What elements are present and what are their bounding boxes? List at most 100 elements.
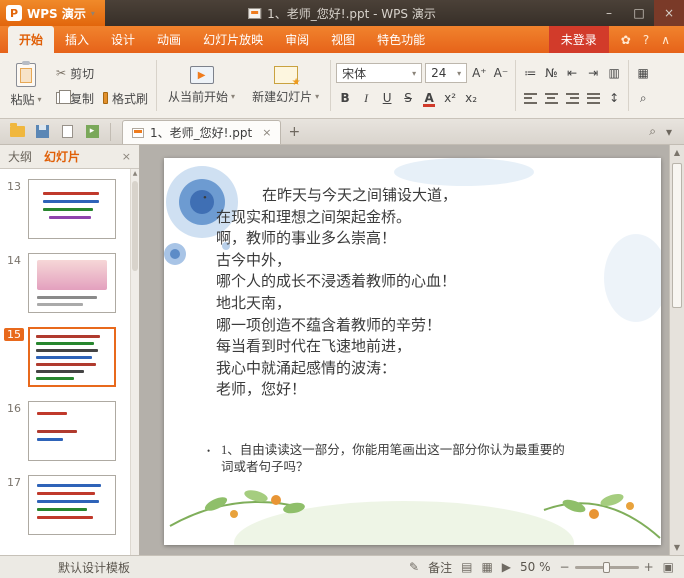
- zoom-out-icon[interactable]: −: [560, 560, 570, 574]
- copy-icon: [56, 90, 71, 104]
- subscript-button[interactable]: x₂: [462, 88, 480, 108]
- justify-button[interactable]: [584, 88, 602, 108]
- increase-indent-button[interactable]: ⇥: [584, 63, 602, 83]
- align-center-button[interactable]: [542, 88, 560, 108]
- strikethrough-button[interactable]: S: [399, 88, 417, 108]
- tab-slides[interactable]: 幻灯片: [44, 148, 80, 165]
- tab-special-features[interactable]: 特色功能: [366, 26, 436, 53]
- slide-thumbnail-15-selected[interactable]: 15: [0, 327, 139, 387]
- paste-button[interactable]: 粘贴 ▾: [4, 57, 48, 114]
- skin-icon[interactable]: ✿: [621, 33, 631, 47]
- question-line: 词或者句子吗？: [221, 460, 309, 474]
- poem-line: 老师，您好！: [216, 382, 307, 399]
- tab-insert[interactable]: 插入: [54, 26, 100, 53]
- ribbon-separator: [628, 60, 630, 111]
- new-document-tab-button[interactable]: +: [284, 122, 304, 142]
- slide-body-text[interactable]: • 在昨天与今天之间铺设大道， 在现实和理想之间架起金桥。 啊，教师的事业多么崇…: [203, 186, 637, 402]
- line-spacing-button[interactable]: ↕: [605, 88, 623, 108]
- font-color-button[interactable]: A: [420, 88, 438, 108]
- scrollbar-thumb[interactable]: [132, 181, 138, 271]
- tab-list-menu-icon[interactable]: ▾: [666, 125, 672, 139]
- save-icon: [35, 124, 49, 138]
- columns-button[interactable]: ▥: [605, 63, 623, 83]
- document-tab-bar: ▸ 1、老师_您好!.ppt × + ⌕ ▾: [0, 119, 684, 145]
- document-tab[interactable]: 1、老师_您好!.ppt ×: [122, 120, 282, 144]
- scroll-up-icon[interactable]: ▲: [670, 148, 684, 157]
- normal-view-icon[interactable]: ▤: [461, 560, 472, 574]
- slideshow-icon[interactable]: ▶: [502, 560, 511, 574]
- slide-thumbnail-17[interactable]: 17: [0, 475, 139, 535]
- notes-label[interactable]: 备注: [428, 559, 452, 576]
- numbered-list-button[interactable]: №: [542, 63, 560, 83]
- decrease-font-button[interactable]: A⁻: [492, 63, 511, 83]
- italic-button[interactable]: I: [357, 88, 375, 108]
- find-button[interactable]: ⌕: [634, 88, 652, 108]
- maximize-button[interactable]: □: [624, 0, 654, 26]
- poem-line: 哪一项创造不蕴含着教师的辛劳！: [216, 317, 442, 334]
- tab-review[interactable]: 审阅: [274, 26, 320, 53]
- copy-button[interactable]: 复制: [53, 89, 97, 108]
- zoom-in-icon[interactable]: +: [644, 560, 654, 574]
- thumb-text-line: [43, 192, 99, 195]
- sidebar-scrollbar[interactable]: ▲: [130, 169, 139, 555]
- thumb-text-line: [43, 208, 93, 211]
- slide-question-text[interactable]: • 1、自由读读这一部分，你能用笔画出这一部分你认为最重要的 词或者句子吗？: [207, 442, 633, 476]
- slide-thumbnail-16[interactable]: 16: [0, 401, 139, 461]
- bullet-list-button[interactable]: ≔: [521, 63, 539, 83]
- notes-icon[interactable]: ✎: [409, 560, 419, 574]
- print-preview-button[interactable]: [56, 120, 78, 142]
- chevron-down-icon: ▾: [412, 68, 417, 78]
- superscript-button[interactable]: x²: [441, 88, 459, 108]
- cut-button[interactable]: ✂ 剪切: [53, 64, 151, 83]
- slide-thumbnail-13[interactable]: 13: [0, 179, 139, 239]
- tab-animation[interactable]: 动画: [146, 26, 192, 53]
- thumb-text-line: [36, 356, 92, 359]
- increase-font-button[interactable]: A⁺: [470, 63, 489, 83]
- save-button[interactable]: [31, 120, 53, 142]
- tab-slideshow[interactable]: 幻灯片放映: [192, 26, 274, 53]
- format-painter-button[interactable]: 格式刷: [100, 89, 151, 108]
- play-monitor-icon: ▶: [189, 66, 214, 84]
- tab-home[interactable]: 开始: [8, 26, 55, 53]
- scroll-up-icon[interactable]: ▲: [131, 169, 139, 179]
- close-tab-icon[interactable]: ×: [262, 126, 271, 139]
- app-menu-button[interactable]: P WPS 演示 ▾: [0, 0, 105, 26]
- scrollbar-thumb[interactable]: [672, 163, 682, 308]
- font-name-select[interactable]: 宋体 ▾: [336, 63, 423, 83]
- help-icon[interactable]: ?: [643, 33, 649, 47]
- align-right-button[interactable]: [563, 88, 581, 108]
- wps-presentation-window: P WPS 演示 ▾ 1、老师_您好!.ppt - WPS 演示 – □ × 开…: [0, 0, 684, 578]
- minimize-button[interactable]: –: [594, 0, 624, 26]
- tab-design[interactable]: 设计: [100, 26, 146, 53]
- play-from-current-button[interactable]: ▶ 从当前开始 ▾: [162, 57, 241, 114]
- underline-button[interactable]: U: [378, 88, 396, 108]
- vertical-scrollbar[interactable]: ▲ ▼: [669, 145, 684, 555]
- close-button[interactable]: ×: [654, 0, 684, 26]
- scroll-down-icon[interactable]: ▼: [670, 543, 684, 552]
- tab-outline[interactable]: 大纲: [8, 148, 32, 165]
- zoom-slider-handle[interactable]: [602, 561, 610, 573]
- collapse-ribbon-icon[interactable]: ∧: [661, 33, 670, 47]
- login-button[interactable]: 未登录: [548, 26, 609, 53]
- slide-15[interactable]: • 在昨天与今天之间铺设大道， 在现实和理想之间架起金桥。 啊，教师的事业多么崇…: [164, 158, 661, 545]
- close-panel-icon[interactable]: ×: [122, 150, 131, 163]
- poem-line: 我心中就涌起感情的波涛：: [216, 360, 397, 377]
- open-file-button[interactable]: [6, 120, 28, 142]
- decrease-indent-button[interactable]: ⇤: [563, 63, 581, 83]
- new-slide-button[interactable]: 新建幻灯片▾: [246, 57, 325, 114]
- tab-view[interactable]: 视图: [320, 26, 366, 53]
- copy-label: 复制: [70, 91, 95, 106]
- slide-layout-button[interactable]: ▦: [634, 63, 652, 83]
- fit-to-window-icon[interactable]: ▣: [663, 560, 674, 574]
- paste-label: 粘贴: [10, 93, 35, 107]
- export-button[interactable]: ▸: [81, 120, 103, 142]
- slide-thumbnail-14[interactable]: 14: [0, 253, 139, 313]
- find-icon[interactable]: ⌕: [649, 124, 656, 139]
- paste-icon: [16, 61, 36, 87]
- bold-button[interactable]: B: [336, 88, 354, 108]
- font-size-select[interactable]: 24 ▾: [425, 63, 468, 83]
- slide-sorter-icon[interactable]: ▦: [481, 560, 492, 574]
- zoom-slider[interactable]: [574, 561, 639, 573]
- align-left-button[interactable]: [521, 88, 539, 108]
- extra-group: ▦ ⌕: [634, 57, 652, 114]
